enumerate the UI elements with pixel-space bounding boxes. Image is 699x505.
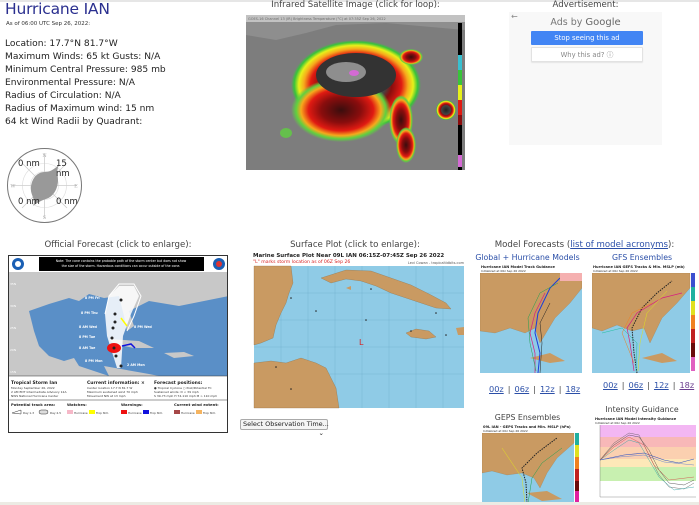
svg-text:Movement NW at 13 mph: Movement NW at 13 mph — [87, 394, 126, 398]
svg-text:8 AM Tue: 8 AM Tue — [79, 346, 95, 350]
run-18z-link[interactable]: 18z — [565, 384, 580, 394]
info-max-winds: Maximum Winds: 65 kt Gusts: N/A — [5, 52, 161, 62]
svg-text:Warnings:: Warnings: — [121, 402, 143, 407]
radii-ne: 15 nm — [56, 159, 70, 179]
gfs-run-00z-link[interactable]: 00z — [603, 380, 618, 390]
official-forecast-image[interactable]: Note: The cone contains the probable pat… — [8, 255, 228, 433]
svg-text:N: N — [42, 153, 47, 159]
svg-text:25N: 25N — [10, 326, 16, 330]
svg-text:S: S — [43, 215, 47, 221]
gfs-run-12z-link[interactable]: 12z — [654, 380, 669, 390]
svg-text:Potential track area:: Potential track area: — [11, 402, 56, 407]
svg-text:Hurricane: Hurricane — [74, 411, 88, 415]
intensity-guidance-image[interactable]: Hurricane IAN Model Intensity Guidance I… — [594, 417, 698, 502]
wind-radii-diagram: N S E W 0 nm 15 nm 0 nm 0 nm — [6, 147, 83, 224]
info-env-pressure: Environmental Pressure: N/A — [5, 78, 135, 88]
svg-text:Trop Stm: Trop Stm — [202, 411, 216, 415]
info-min-pressure: Minimum Central Pressure: 985 mb — [5, 65, 166, 75]
geps-ensembles-title: GEPS Ensembles — [494, 413, 561, 422]
global-models-image[interactable]: Hurricane IAN Model Track Guidance Initi… — [480, 265, 582, 380]
svg-text:Note: The cone contains the pr: Note: The cone contains the probable pat… — [56, 259, 187, 263]
satellite-heading: Infrared Satellite Image (click for loop… — [271, 0, 440, 10]
svg-text:Day 1-3: Day 1-3 — [23, 411, 34, 415]
as-of-timestamp: As of 06:00 UTC Sep 26, 2022: — [6, 21, 91, 27]
gfs-ensembles-runs: 00z | 06z | 12z | 18z — [603, 380, 695, 390]
storm-info: Location: 17.7°N 81.7°W Maximum Winds: 6… — [5, 38, 166, 129]
svg-text:8 PM Thu: 8 PM Thu — [81, 311, 98, 315]
svg-text:Trop Stm: Trop Stm — [95, 411, 109, 415]
observation-time-select[interactable]: Select Observation Time... ⌄ — [240, 419, 329, 437]
svg-text:Trop Stm: Trop Stm — [149, 411, 163, 415]
ad-panel: ← Ads by Google Stop seeing this ad Why … — [509, 12, 662, 145]
global-models-title: Global + Hurricane Models — [475, 253, 580, 262]
surface-plot-image[interactable]: Marine Surface Plot Near 09L IAN 06:15Z-… — [251, 253, 466, 415]
svg-text:E: E — [74, 184, 78, 190]
official-forecast-heading: Official Forecast (click to enlarge): — [44, 240, 192, 250]
svg-text:8 PM Tue: 8 PM Tue — [79, 335, 95, 339]
model-acronyms-link[interactable]: list of model acronyms — [570, 240, 668, 250]
svg-text:W: W — [10, 184, 16, 190]
svg-text:2 AM Mon: 2 AM Mon — [127, 363, 145, 367]
model-forecasts-heading: Model Forecasts (list of model acronyms)… — [494, 240, 675, 250]
svg-text:8 PM Fri: 8 PM Fri — [85, 296, 100, 300]
run-12z-link[interactable]: 12z — [540, 384, 555, 394]
svg-text:Hurricane: Hurricane — [128, 411, 142, 415]
svg-text:30N: 30N — [10, 304, 16, 308]
svg-text:20N: 20N — [10, 348, 16, 352]
svg-text:35N: 35N — [10, 282, 16, 286]
geps-ensembles-image[interactable]: 09L IAN - GEPS Tracks and Min. MSLP (hPa… — [482, 425, 582, 502]
ads-by-google: Ads by Google — [550, 17, 621, 28]
svg-text:8 PM Wed: 8 PM Wed — [134, 325, 153, 329]
svg-text:S 39-73 mph H 74-110 mph M >: S 39-73 mph H 74-110 mph M > 110 mph — [154, 394, 217, 398]
run-06z-link[interactable]: 06z — [514, 384, 529, 394]
info-location: Location: 17.7°N 81.7°W — [5, 39, 118, 49]
svg-text:8 PM Mon: 8 PM Mon — [85, 359, 103, 363]
radii-se: 0 nm — [56, 197, 78, 207]
gfs-run-06z-link[interactable]: 06z — [628, 380, 643, 390]
gfs-ensembles-image[interactable]: Hurricane IAN GEFS Tracks & Min. MSLP (m… — [592, 265, 697, 380]
svg-text:Watches:: Watches: — [67, 402, 87, 407]
storm-title: Hurricane IAN — [5, 0, 110, 18]
intensity-guidance-title: Intensity Guidance — [605, 405, 679, 414]
global-models-runs: 00z | 06z | 12z | 18z — [489, 384, 581, 394]
svg-text:Current wind extent:: Current wind extent: — [174, 402, 219, 407]
satellite-image[interactable]: GOES-16 Channel 13 (IR) Brightness Tempe… — [246, 15, 465, 170]
stop-seeing-ad-button[interactable]: Stop seeing this ad — [531, 31, 643, 45]
google-logo: Google — [585, 17, 621, 28]
advertisement-heading: Advertisement: — [552, 0, 619, 10]
svg-text:15N: 15N — [10, 370, 16, 374]
info-radius-circulation: Radius of Circulation: N/A — [5, 91, 121, 101]
run-00z-link[interactable]: 00z — [489, 384, 504, 394]
svg-text:NWS National Hurricane Center: NWS National Hurricane Center — [11, 394, 59, 398]
gfs-ensembles-title: GFS Ensembles — [611, 253, 673, 262]
surface-plot-heading: Surface Plot (click to enlarge): — [290, 240, 420, 250]
radii-sw: 0 nm — [18, 197, 40, 207]
info-wind-radii-heading: 64 kt Wind Radii by Quadrant: — [5, 117, 143, 127]
svg-text:Day 4-5: Day 4-5 — [50, 411, 61, 415]
why-this-ad-button[interactable]: Why this ad? ⓘ — [531, 47, 643, 62]
gfs-run-18z-link[interactable]: 18z — [679, 380, 694, 390]
radii-nw: 0 nm — [18, 159, 40, 169]
svg-text:8 AM Wed: 8 AM Wed — [79, 325, 98, 329]
info-radius-max-wind: Radius of Maximum wind: 15 nm — [5, 104, 155, 114]
chevron-down-icon: ⌄ — [318, 429, 324, 437]
storm-location-marker: L — [359, 338, 364, 347]
svg-text:Hurricane: Hurricane — [181, 411, 195, 415]
svg-text:the size of the storm. Hazardo: the size of the storm. Hazardous conditi… — [62, 264, 181, 268]
